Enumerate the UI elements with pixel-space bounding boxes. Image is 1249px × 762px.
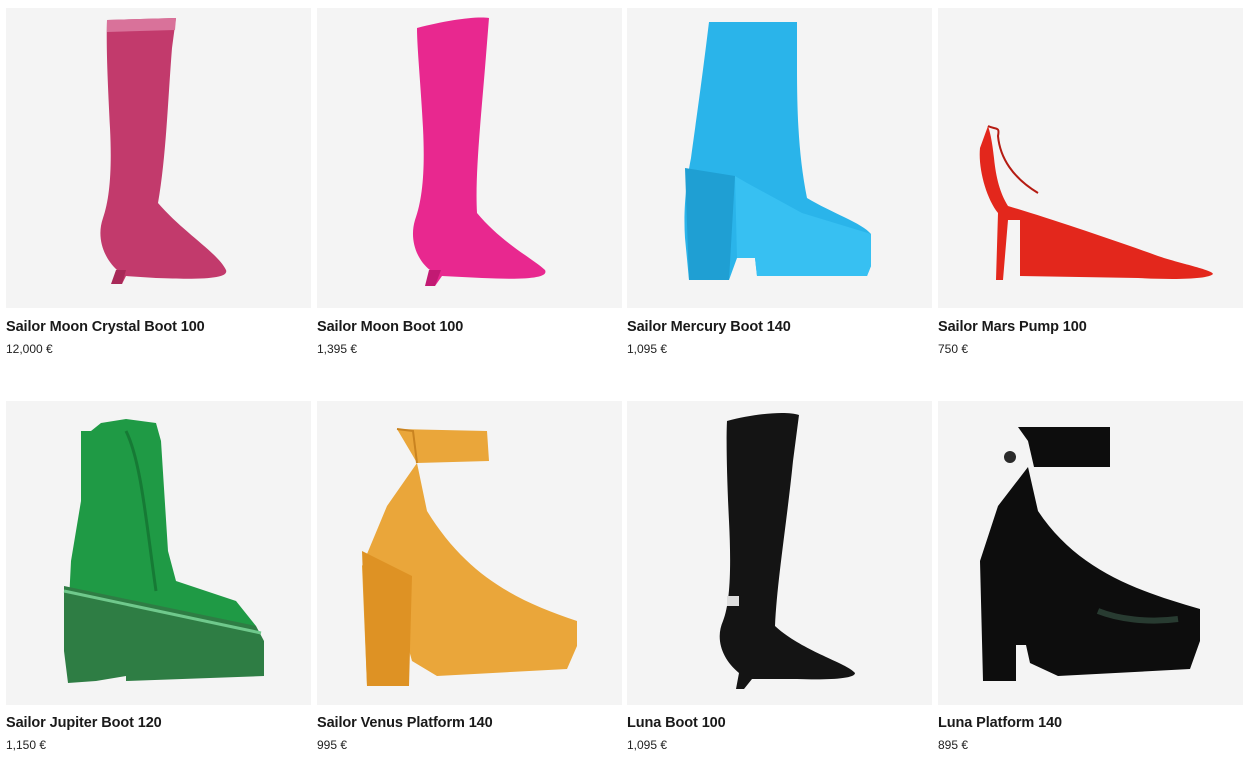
product-name[interactable]: Sailor Venus Platform 140 — [317, 715, 622, 732]
product-image[interactable] — [627, 401, 932, 705]
red-patent-pump-icon — [979, 125, 1213, 280]
product-image[interactable] — [938, 401, 1243, 705]
product-name[interactable]: Sailor Moon Boot 100 — [317, 319, 622, 336]
orange-studded-platform-pump-icon — [362, 428, 577, 686]
product-price: 1,150 € — [6, 738, 47, 752]
product-name[interactable]: Sailor Mars Pump 100 — [938, 319, 1243, 336]
product-name[interactable]: Sailor Mercury Boot 140 — [627, 319, 932, 336]
fuchsia-knee-boot-icon — [412, 17, 546, 287]
product-image[interactable] — [938, 8, 1243, 308]
product-grid: Sailor Moon Crystal Boot 100 12,000 € Sa… — [0, 0, 1249, 762]
black-knee-boot-icon — [719, 413, 855, 689]
product-name[interactable]: Sailor Moon Crystal Boot 100 — [6, 319, 311, 336]
product-price: 895 € — [938, 738, 969, 752]
green-lace-up-platform-boot-icon — [63, 419, 264, 683]
product-image[interactable] — [6, 8, 311, 308]
product-card[interactable]: Sailor Jupiter Boot 120 1,150 € — [6, 401, 311, 752]
product-card[interactable]: Sailor Mercury Boot 140 1,095 € — [627, 8, 932, 356]
pink-crystal-knee-boot-icon — [100, 18, 227, 284]
product-card[interactable]: Sailor Venus Platform 140 995 € — [317, 401, 622, 752]
product-card[interactable]: Sailor Mars Pump 100 750 € — [938, 8, 1243, 356]
product-price: 12,000 € — [6, 342, 53, 356]
product-image[interactable] — [317, 8, 622, 308]
product-image[interactable] — [6, 401, 311, 705]
product-image[interactable] — [627, 8, 932, 308]
product-card[interactable]: Luna Boot 100 1,095 € — [627, 401, 932, 752]
product-card[interactable]: Luna Platform 140 895 € — [938, 401, 1243, 752]
product-price: 1,395 € — [317, 342, 358, 356]
product-name[interactable]: Luna Boot 100 — [627, 715, 932, 732]
product-card[interactable]: Sailor Moon Crystal Boot 100 12,000 € — [6, 8, 311, 356]
product-card[interactable]: Sailor Moon Boot 100 1,395 € — [317, 8, 622, 356]
black-patent-ankle-strap-platform-icon — [980, 427, 1200, 681]
product-price: 1,095 € — [627, 342, 668, 356]
product-price: 750 € — [938, 342, 969, 356]
product-name[interactable]: Sailor Jupiter Boot 120 — [6, 715, 311, 732]
product-name[interactable]: Luna Platform 140 — [938, 715, 1243, 732]
blue-patent-platform-ankle-boot-icon — [684, 22, 871, 280]
product-image[interactable] — [317, 401, 622, 705]
product-price: 995 € — [317, 738, 348, 752]
product-price: 1,095 € — [627, 738, 668, 752]
